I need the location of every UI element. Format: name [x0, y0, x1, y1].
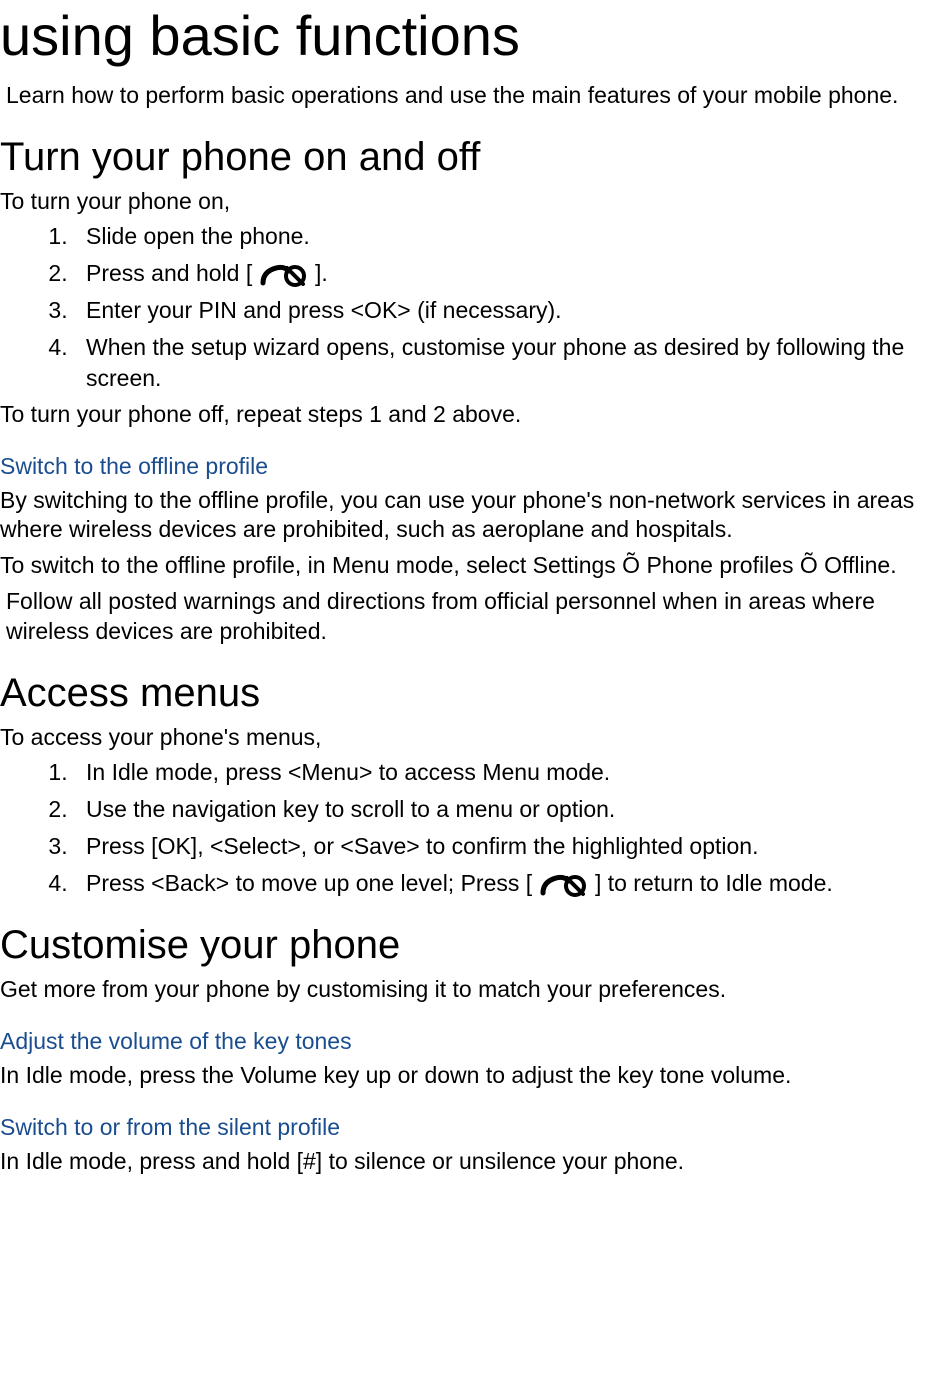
list-item: Press <Back> to move up one level; Press… [74, 868, 928, 899]
list-item: Enter your PIN and press <OK> (if necess… [74, 295, 928, 326]
section-heading-silent: Switch to or from the silent profile [0, 1113, 928, 1143]
step-text-before: Press and hold [ [86, 260, 252, 286]
section-heading-turn-on: Turn your phone on and off [0, 131, 928, 183]
turn-on-steps: Slide open the phone. Press and hold [ ]… [0, 221, 928, 394]
list-item: Slide open the phone. [74, 221, 928, 252]
step-text-after: ]. [315, 260, 328, 286]
offline-p1: By switching to the offline profile, you… [0, 486, 928, 546]
step-text-before: Press <Back> to move up one level; Press… [86, 870, 532, 896]
offline-p2: To switch to the offline profile, in Men… [0, 551, 928, 581]
step-text-after: ] to return to Idle mode. [595, 870, 833, 896]
section-heading-volume: Adjust the volume of the key tones [0, 1027, 928, 1057]
intro-text: Learn how to perform basic operations an… [0, 81, 928, 111]
page-title: using basic functions [0, 0, 928, 73]
access-lead: To access your phone's menus, [0, 723, 928, 753]
power-icon [259, 261, 309, 289]
customise-lead: Get more from your phone by customising … [0, 975, 928, 1005]
section-heading-offline: Switch to the offline profile [0, 452, 928, 482]
silent-p1: In Idle mode, press and hold [#] to sile… [0, 1147, 928, 1177]
list-item: Press [OK], <Select>, or <Save> to confi… [74, 831, 928, 862]
power-icon [539, 871, 589, 899]
section-heading-access: Access menus [0, 667, 928, 719]
volume-p1: In Idle mode, press the Volume key up or… [0, 1061, 928, 1091]
turn-off-text: To turn your phone off, repeat steps 1 a… [0, 400, 928, 430]
offline-note: Follow all posted warnings and direction… [0, 587, 928, 647]
list-item: In Idle mode, press <Menu> to access Men… [74, 757, 928, 788]
list-item: When the setup wizard opens, customise y… [74, 332, 928, 394]
list-item: Use the navigation key to scroll to a me… [74, 794, 928, 825]
section-heading-customise: Customise your phone [0, 919, 928, 971]
access-steps: In Idle mode, press <Menu> to access Men… [0, 757, 928, 899]
list-item: Press and hold [ ]. [74, 258, 928, 289]
turn-on-lead: To turn your phone on, [0, 187, 928, 217]
